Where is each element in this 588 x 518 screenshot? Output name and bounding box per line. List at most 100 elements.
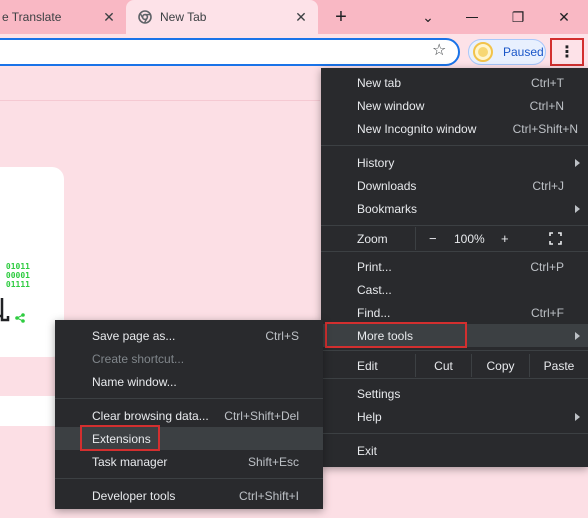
new-tab-button[interactable]: + [330,6,352,28]
menu-item-label: Extensions [92,431,151,446]
tab-new-tab[interactable]: New Tab ✕ [126,0,318,34]
submenu-item-create-shortcut: Create shortcut... [55,347,323,370]
menu-item-find[interactable]: Find... Ctrl+F [321,301,588,324]
menu-item-label: Cast... [357,282,392,297]
menu-item-label: Bookmarks [357,201,418,216]
menu-separator [55,478,323,479]
menu-item-label: Name window... [92,374,177,389]
menu-item-label: Task manager [92,454,168,469]
divider [415,227,416,250]
menu-separator [321,350,588,351]
chrome-icon [138,10,152,24]
menu-item-label: Print... [357,259,392,274]
chevron-right-icon [575,204,580,213]
shortcut: Shift+Esc [247,454,299,469]
tab-search-chevron-icon[interactable]: ⌄ [418,7,438,27]
window-close-icon[interactable]: ✕ [554,7,574,27]
menu-item-help[interactable]: Help [321,405,588,428]
bookmark-star-icon[interactable]: ☆ [432,40,446,62]
submenu-item-save-page[interactable]: Save page as... Ctrl+S [55,324,323,347]
menu-item-label: New Incognito window [357,121,477,136]
menu-item-label: New window [357,98,425,113]
zoom-in-button[interactable]: + [501,231,509,246]
shortcut: Ctrl+Shift+I [238,488,299,503]
submenu-item-task-manager[interactable]: Task manager Shift+Esc [55,450,323,473]
menu-item-new-incognito[interactable]: New Incognito window Ctrl+Shift+N [321,117,588,140]
shortcut: Ctrl+Shift+N [512,121,578,136]
copy-button[interactable]: Copy [471,354,529,377]
binary-line: 00001 [5,271,30,280]
share-icon [15,313,25,323]
profile-status: Paused [503,45,544,59]
shortcut: Ctrl+P [530,259,564,274]
tab-title: e Translate [2,10,62,24]
restore-icon[interactable]: ❐ [508,7,528,27]
menu-item-label: Clear browsing data... [92,408,209,423]
binary-graphic: 01011 00001 01111 [0,262,30,289]
chrome-menu: New tab Ctrl+T New window Ctrl+N New Inc… [321,68,588,467]
submenu-item-clear-browsing-data[interactable]: Clear browsing data... Ctrl+Shift+Del [55,404,323,427]
zoom-out-button[interactable]: − [429,231,437,246]
page-panel [0,396,62,426]
chevron-right-icon [575,331,580,340]
menu-separator [321,433,588,434]
menu-item-zoom: Zoom − 100% + [321,227,588,250]
submenu-item-extensions[interactable]: Extensions [55,427,323,450]
menu-item-label: Save page as... [92,328,176,343]
menu-separator [321,225,588,226]
shortcut: Ctrl+T [531,75,564,90]
chevron-right-icon [575,158,580,167]
paste-button[interactable]: Paste [529,354,588,377]
menu-separator [321,378,588,379]
cut-button[interactable]: Cut [415,354,471,377]
close-icon[interactable]: ✕ [294,10,308,24]
tab-strip: e Translate ✕ New Tab ✕ + ⌄ ❐ ✕ [0,0,588,34]
menu-item-print[interactable]: Print... Ctrl+P [321,255,588,278]
submenu-item-name-window[interactable]: Name window... [55,370,323,393]
close-icon[interactable]: ✕ [102,10,116,24]
menu-item-exit[interactable]: Exit [321,439,588,462]
menu-item-label: History [357,155,395,170]
menu-separator [55,398,323,399]
fullscreen-icon[interactable] [549,232,562,245]
menu-separator [321,251,588,252]
address-bar[interactable] [0,38,460,66]
minimize-icon[interactable] [462,7,482,27]
menu-item-label: Help [357,409,382,424]
menu-item-label: Developer tools [92,488,176,503]
menu-item-label: New tab [357,75,402,90]
menu-item-label: Settings [357,386,401,401]
avatar [473,42,493,62]
shortcut: Ctrl+S [265,328,299,343]
menu-item-more-tools[interactable]: More tools [321,324,588,347]
menu-item-downloads[interactable]: Downloads Ctrl+J [321,174,588,197]
tab-title: New Tab [160,10,207,24]
menu-item-new-window[interactable]: New window Ctrl+N [321,94,588,117]
binary-line: 01111 [5,280,30,289]
shortcut: Ctrl+J [532,178,564,193]
tab-translate[interactable]: e Translate ✕ [0,0,126,34]
shortcut: Ctrl+N [529,98,564,113]
shortcut: Ctrl+Shift+Del [224,408,299,423]
menu-separator [321,145,588,146]
menu-item-label: Create shortcut... [92,351,185,366]
menu-item-history[interactable]: History [321,151,588,174]
menu-item-edit: Edit Cut Copy Paste [321,354,588,377]
menu-button[interactable]: ⋮ [550,38,584,66]
menu-item-label: Find... [357,305,391,320]
zoom-level: 100% [454,231,485,246]
menu-item-label: Downloads [357,178,417,193]
profile-button[interactable]: Paused [468,39,546,65]
menu-item-label: More tools [357,328,414,343]
divider [0,100,320,101]
menu-item-label: Exit [357,443,378,458]
binary-line: 01011 [5,262,30,271]
chevron-right-icon [575,412,580,421]
menu-item-new-tab[interactable]: New tab Ctrl+T [321,71,588,94]
menu-item-bookmarks[interactable]: Bookmarks [321,197,588,220]
submenu-item-developer-tools[interactable]: Developer tools Ctrl+Shift+I [55,484,323,507]
tool-icon [0,298,10,322]
menu-item-cast[interactable]: Cast... [321,278,588,301]
shortcut: Ctrl+F [531,305,564,320]
menu-item-settings[interactable]: Settings [321,382,588,405]
